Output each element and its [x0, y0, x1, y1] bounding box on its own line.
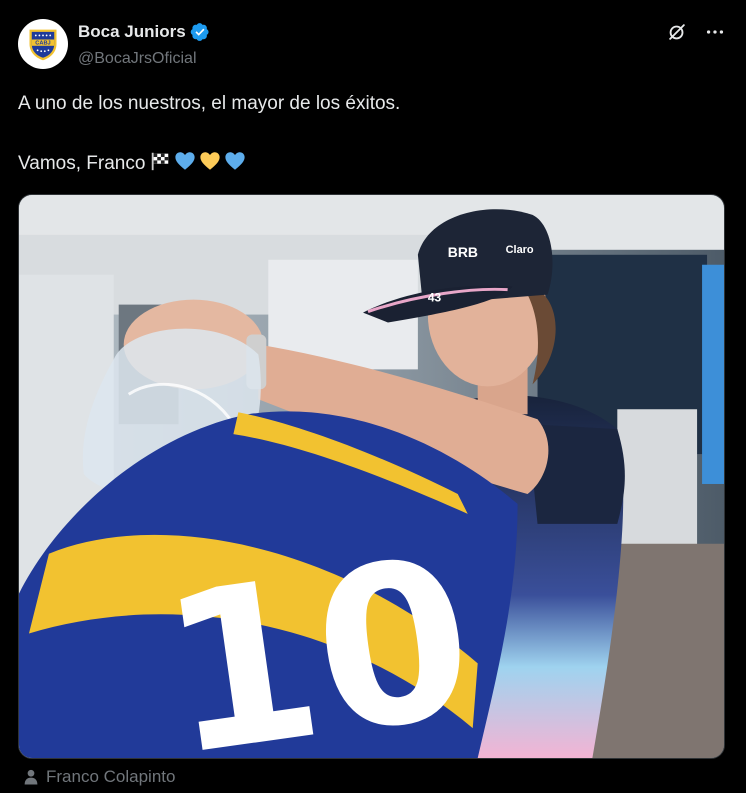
blue-heart-icon [175, 152, 196, 170]
post-media-photo[interactable]: BRB 43 Claro 10 [18, 194, 725, 759]
more-options-icon[interactable] [704, 21, 726, 43]
blue-heart-icon [225, 152, 246, 170]
chequered-flag-icon [152, 152, 169, 171]
post-text: A uno de los nuestros, el mayor de los é… [18, 92, 728, 176]
grok-icon[interactable] [666, 21, 688, 43]
cap-logo-text: BRB [448, 244, 478, 260]
author-handle[interactable]: @BocaJrsOficial [78, 48, 210, 70]
verified-badge-icon [190, 23, 209, 41]
boca-crest-icon: CABJ [29, 29, 57, 61]
post-header: CABJ Boca Juniors @BocaJrsOficial [18, 18, 728, 70]
emoji-row [149, 150, 246, 172]
tagged-user-name[interactable]: Franco Colapinto [46, 766, 175, 788]
yellow-heart-icon [200, 152, 221, 170]
avatar-text: CABJ [35, 41, 50, 47]
cap-number-text: 43 [428, 291, 442, 305]
author-name-row: Boca Juniors [78, 21, 210, 43]
post-text-line-1: A uno de los nuestros, el mayor de los é… [18, 93, 401, 114]
author-info: Boca Juniors @BocaJrsOficial [78, 21, 210, 70]
avatar[interactable]: CABJ [18, 19, 68, 69]
author-display-name[interactable]: Boca Juniors [78, 21, 186, 43]
photo-illustration: BRB 43 Claro 10 [19, 195, 724, 758]
person-icon [24, 769, 38, 785]
cap-sponsor-text: Claro [506, 244, 534, 256]
post-text-line-2: Vamos, Franco [18, 153, 146, 174]
post-text-line-2-wrap: Vamos, Franco [18, 150, 728, 176]
tagged-user[interactable]: Franco Colapinto [22, 766, 175, 788]
jersey-number-text: 10 [149, 509, 487, 758]
